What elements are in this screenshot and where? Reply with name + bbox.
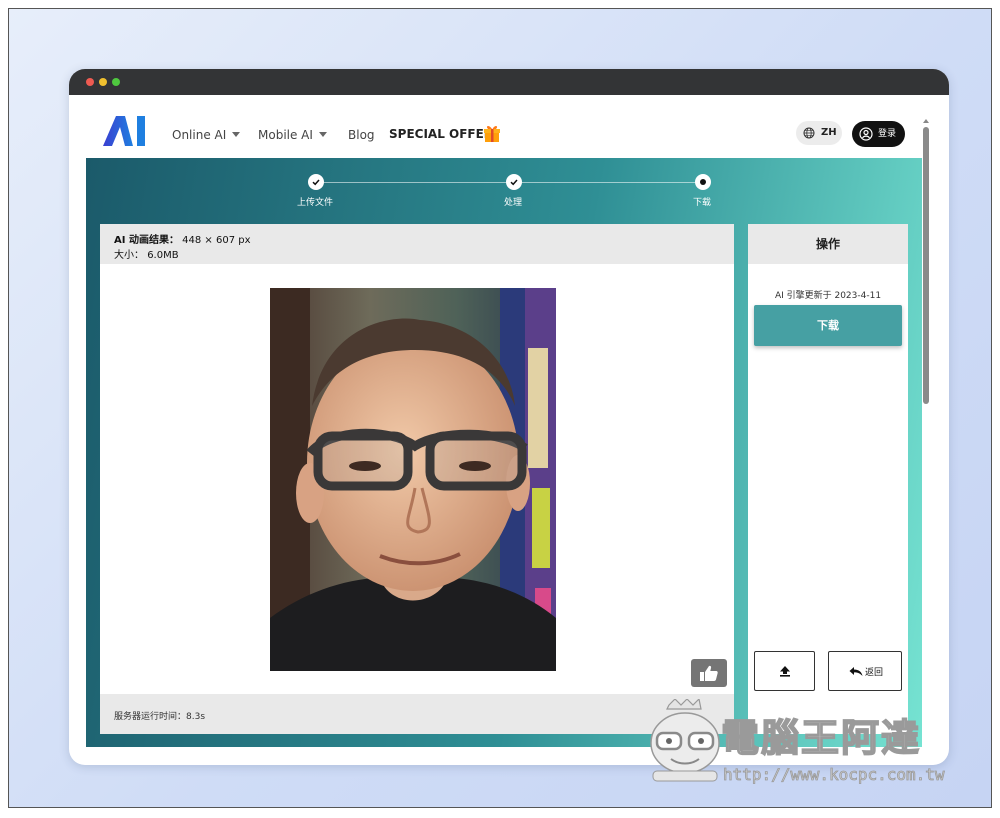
- screenshot-frame: Online AI Mobile AI Blog SPECIAL OFFER Z…: [8, 8, 992, 808]
- chevron-down-icon: [232, 132, 241, 137]
- result-size-value: 6.0MB: [147, 250, 179, 261]
- thumbs-up-icon: [700, 665, 718, 681]
- window-titlebar: [69, 69, 949, 95]
- result-dimensions: 448 × 607 px: [182, 235, 251, 246]
- watermark-url: http://www.kocpc.com.tw: [723, 765, 945, 785]
- result-dimensions-line: AI 动画结果： 448 × 607 px: [114, 231, 251, 246]
- login-button[interactable]: 登录: [852, 121, 905, 147]
- watermark-title: 電腦王阿達: [720, 715, 922, 761]
- step-process-check-icon: [506, 174, 522, 190]
- nav-online-ai[interactable]: Online AI: [172, 128, 241, 142]
- nav-online-ai-label: Online AI: [172, 128, 227, 142]
- site-watermark: 電腦王阿達 http://www.kocpc.com.tw: [643, 699, 973, 795]
- login-label: 登录: [878, 129, 897, 139]
- language-label: ZH: [821, 127, 837, 138]
- result-size-label: 大小：: [114, 250, 144, 261]
- operations-header: 操作: [748, 224, 908, 264]
- nav-mobile-ai[interactable]: Mobile AI: [258, 128, 327, 142]
- operations-panel: 操作 AI 引擎更新于 2023-4-11 下载 返回: [748, 224, 908, 734]
- step-process-label: 处理: [504, 198, 523, 208]
- minimize-window-icon[interactable]: [99, 78, 107, 86]
- step-download-label: 下载: [693, 198, 712, 208]
- result-size-line: 大小： 6.0MB: [114, 246, 179, 261]
- server-runtime: 服务器运行时间：8.3s: [114, 712, 206, 722]
- upload-button[interactable]: [754, 651, 815, 691]
- nav-blog[interactable]: Blog: [348, 128, 375, 142]
- upload-icon: [780, 666, 790, 677]
- ai-logo-icon[interactable]: [103, 116, 149, 146]
- result-title-label: AI 动画结果：: [114, 235, 179, 246]
- back-button[interactable]: 返回: [828, 651, 902, 691]
- engine-updated-text: AI 引擎更新于 2023-4-11: [774, 291, 882, 301]
- nav-mobile-ai-label: Mobile AI: [258, 128, 313, 142]
- mascot-logo-icon: [650, 699, 720, 782]
- maximize-window-icon[interactable]: [112, 78, 120, 86]
- step-upload-label: 上传文件: [297, 198, 334, 208]
- like-button[interactable]: [691, 659, 727, 687]
- close-window-icon[interactable]: [86, 78, 94, 86]
- gift-icon: [484, 125, 500, 142]
- chevron-down-icon: [318, 132, 327, 137]
- undo-icon: [849, 667, 863, 676]
- top-nav: Online AI Mobile AI Blog SPECIAL OFFER Z…: [69, 95, 919, 159]
- current-step-dot: [700, 179, 706, 185]
- page-scrollbar[interactable]: [923, 119, 929, 765]
- language-switch[interactable]: ZH: [796, 121, 842, 145]
- nav-special-offer[interactable]: SPECIAL OFFER: [389, 127, 493, 141]
- result-panel: AI 动画结果： 448 × 607 px 大小： 6.0MB 服务器运行时间：…: [100, 224, 734, 734]
- result-info-header: AI 动画结果： 448 × 607 px 大小： 6.0MB: [100, 224, 734, 264]
- scrollbar-thumb[interactable]: [923, 127, 929, 404]
- step-upload-check-icon: [308, 174, 324, 190]
- result-photo: [270, 288, 556, 671]
- back-label: 返回: [865, 668, 884, 678]
- result-footer: 服务器运行时间：8.3s: [100, 694, 734, 734]
- browser-window: Online AI Mobile AI Blog SPECIAL OFFER Z…: [69, 69, 949, 765]
- download-button[interactable]: 下载: [754, 305, 902, 346]
- user-icon: [859, 127, 873, 141]
- scroll-up-icon[interactable]: [923, 119, 929, 123]
- hero-panel: 上传文件 处理 下载 AI 动画结果： 448 × 607 px 大小： 6.0…: [86, 158, 922, 747]
- globe-icon: [803, 127, 815, 139]
- step-download-current-icon: [695, 174, 711, 190]
